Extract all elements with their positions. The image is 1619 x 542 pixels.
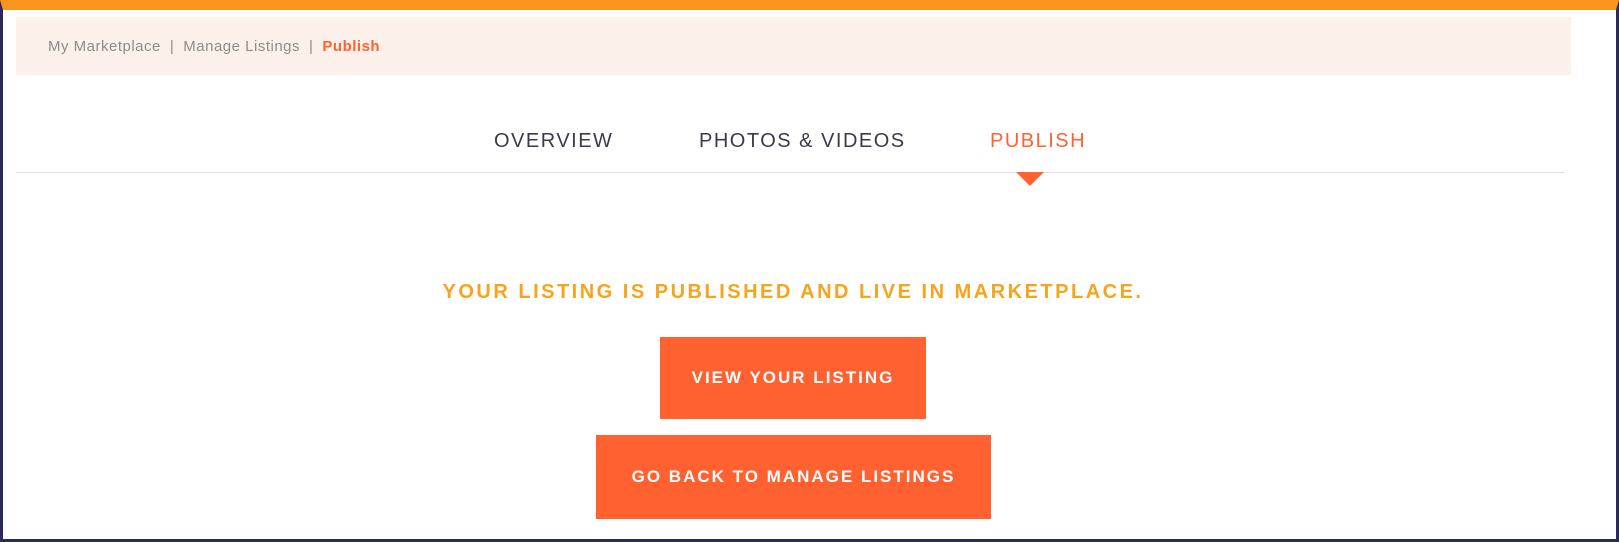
breadcrumb-separator: | <box>309 37 314 55</box>
tab-photos-videos[interactable]: PHOTOS & VIDEOS <box>699 130 906 153</box>
tab-bar: OVERVIEW PHOTOS & VIDEOS PUBLISH <box>16 110 1564 173</box>
tab-overview[interactable]: OVERVIEW <box>494 130 613 153</box>
go-back-to-manage-listings-button[interactable]: GO BACK TO MANAGE LISTINGS <box>596 435 991 519</box>
tab-publish[interactable]: PUBLISH <box>990 130 1086 153</box>
breadcrumb-publish-current: Publish <box>322 37 381 55</box>
breadcrumb: My Marketplace | Manage Listings | Publi… <box>16 17 1571 75</box>
breadcrumb-manage-listings[interactable]: Manage Listings <box>183 38 300 55</box>
app-frame: My Marketplace | Manage Listings | Publi… <box>0 0 1619 542</box>
view-listing-button[interactable]: VIEW YOUR LISTING <box>660 337 926 419</box>
active-tab-indicator-icon <box>1016 172 1044 186</box>
breadcrumb-separator: | <box>169 37 175 55</box>
breadcrumb-my-marketplace[interactable]: My Marketplace <box>48 38 161 55</box>
published-status-message: YOUR LISTING IS PUBLISHED AND LIVE IN MA… <box>442 281 1144 303</box>
